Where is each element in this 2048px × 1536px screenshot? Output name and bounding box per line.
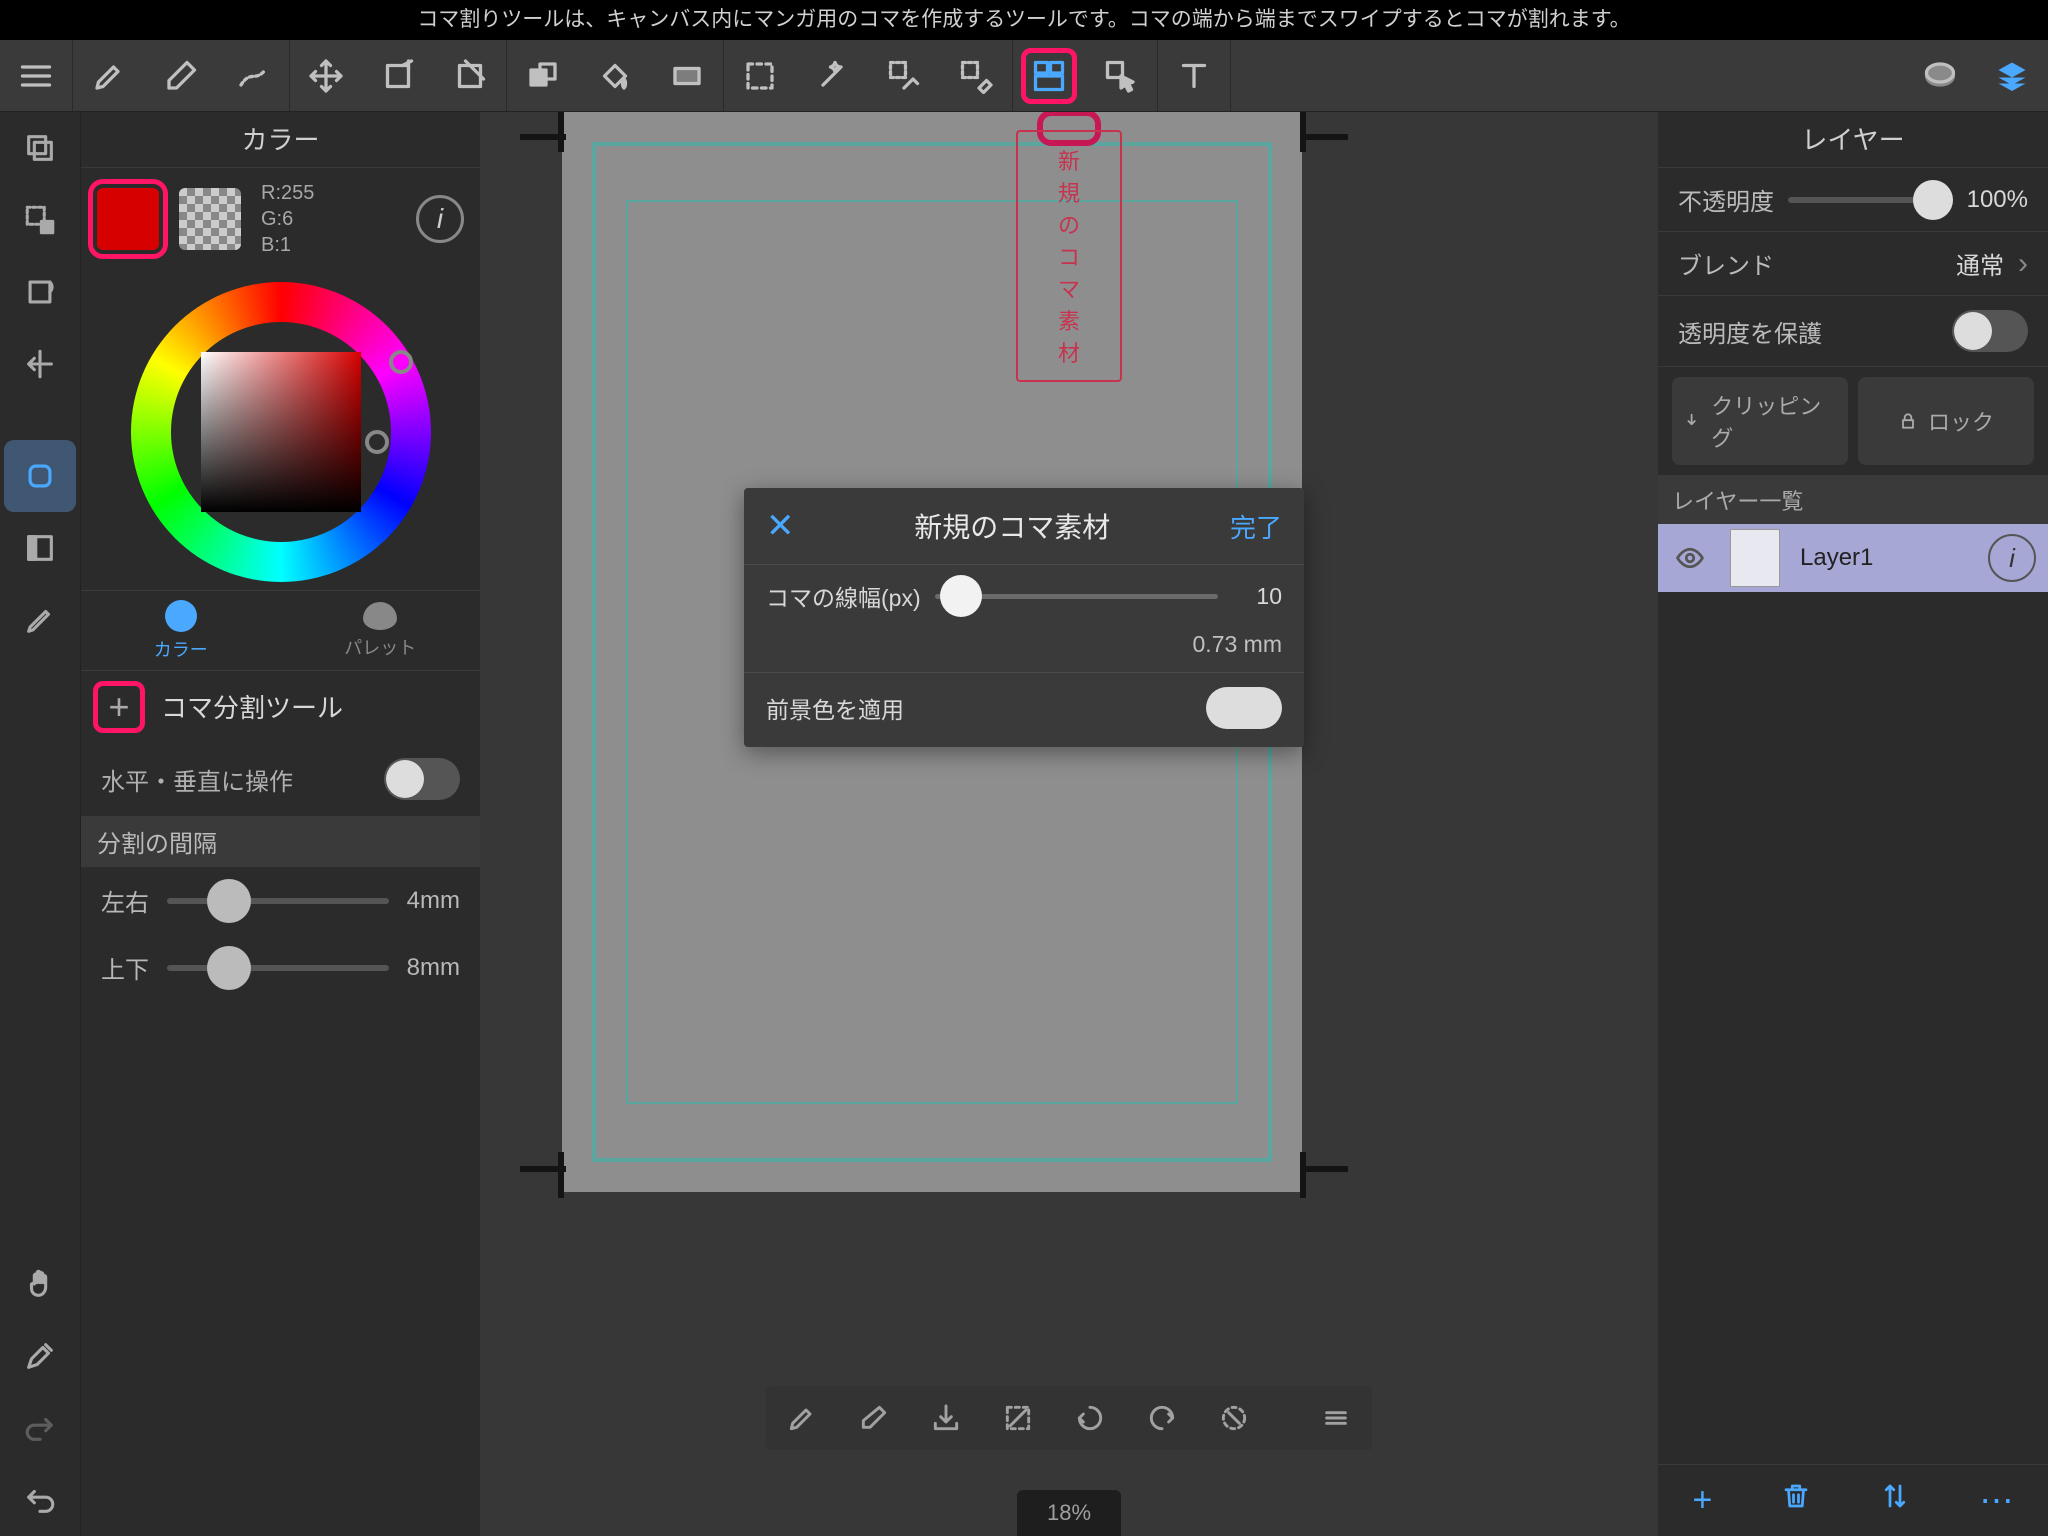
sv-handle[interactable] <box>365 430 389 454</box>
right-panel: レイヤー 不透明度 100% ブレンド 通常 › 透明度を保護 クリッピング ロ… <box>1658 112 2048 1536</box>
gap-tb-label: 上下 <box>101 950 149 985</box>
add-frame-icon[interactable]: + <box>93 681 145 733</box>
layer-name: Layer1 <box>1788 544 1988 572</box>
left-tool-rail <box>0 112 80 1536</box>
reorder-layer-icon[interactable] <box>1880 1481 1910 1520</box>
crop-tool-icon[interactable] <box>434 40 506 112</box>
transform-tool-icon[interactable] <box>362 40 434 112</box>
opacity-label: 不透明度 <box>1678 182 1774 217</box>
apply-fg-label: 前景色を適用 <box>766 691 904 725</box>
gap-section-header: 分割の間隔 <box>81 816 480 867</box>
tab-color[interactable]: カラー <box>81 591 281 670</box>
gap-lr-slider[interactable] <box>167 898 389 904</box>
line-width-value: 10 <box>1232 583 1282 610</box>
hint-bar: コマ割りツールは、キャンバス内にマンガ用のコマを作成するツールです。コマの端から… <box>0 0 2048 40</box>
layer-row[interactable]: Layer1 i <box>1658 524 2048 594</box>
smudge-tool-icon[interactable] <box>217 40 289 112</box>
eraser-tool-icon[interactable] <box>145 40 217 112</box>
gap-tb-value: 8mm <box>407 954 460 982</box>
apply-fg-toggle[interactable] <box>1206 687 1282 729</box>
hv-constrain-toggle[interactable] <box>384 758 460 800</box>
layer-visibility-icon[interactable] <box>1658 543 1722 573</box>
gap-lr-value: 4mm <box>407 887 460 915</box>
rail-copy-icon[interactable] <box>4 112 76 184</box>
select-brush-icon[interactable] <box>868 40 940 112</box>
rail-selection-icon[interactable] <box>4 184 76 256</box>
menu-icon[interactable] <box>0 40 72 112</box>
rgb-readout: R:255G:6B:1 <box>261 180 314 258</box>
select-rect-icon[interactable] <box>724 40 796 112</box>
hv-constrain-label: 水平・垂直に操作 <box>101 762 293 797</box>
magic-wand-icon[interactable] <box>796 40 868 112</box>
foreground-swatch[interactable] <box>97 188 159 250</box>
color-info-icon[interactable]: i <box>416 195 464 243</box>
hue-handle[interactable] <box>389 350 413 374</box>
layer-info-icon[interactable]: i <box>1988 534 2036 582</box>
background-swatch[interactable] <box>179 188 241 250</box>
modal-close-icon[interactable]: ✕ <box>766 506 795 546</box>
tab-palette[interactable]: パレット <box>281 591 481 670</box>
rail-hand-icon[interactable] <box>4 1248 76 1320</box>
new-frame-modal: ✕ 新規のコマ素材 完了 コマの線幅(px) 10 0.73 mm 前景色を適用 <box>744 488 1304 747</box>
move-tool-icon[interactable] <box>290 40 362 112</box>
modal-done-button[interactable]: 完了 <box>1230 508 1282 545</box>
rail-rotate-icon[interactable] <box>4 256 76 328</box>
rail-redo-icon[interactable] <box>4 1392 76 1464</box>
layer-list-header: レイヤー一覧 <box>1658 476 2048 524</box>
opacity-value: 100% <box>1967 186 2028 214</box>
fill-tool-icon[interactable] <box>507 40 579 112</box>
clipping-button[interactable]: クリッピング <box>1672 377 1848 465</box>
blend-row[interactable]: ブレンド 通常 › <box>1658 232 2048 296</box>
blend-value: 通常 <box>1956 246 2004 281</box>
line-width-mm: 0.73 mm <box>1193 631 1282 658</box>
brush-tool-icon[interactable] <box>73 40 145 112</box>
add-layer-icon[interactable]: + <box>1693 1481 1713 1520</box>
sv-picker[interactable] <box>201 352 361 512</box>
tool-options-header: + コマ分割ツール <box>81 670 480 742</box>
left-panel: カラー R:255G:6B:1 i カラー パレット + コマ分割ツール 水平・… <box>80 112 480 1536</box>
pointer-tool-icon[interactable] <box>1085 40 1157 112</box>
layer-actions: + ⋯ <box>1658 1464 2048 1536</box>
top-toolbar <box>0 40 2048 112</box>
lock-button[interactable]: ロック <box>1858 377 2034 465</box>
opacity-slider[interactable] <box>1788 197 1953 203</box>
layer-thumbnail <box>1730 529 1780 587</box>
modal-title: 新規のコマ素材 <box>914 506 1110 546</box>
layers-panel-icon[interactable] <box>1976 40 2048 112</box>
alpha-lock-toggle[interactable] <box>1952 310 2028 352</box>
tool-title: コマ分割ツール <box>161 688 343 725</box>
bucket-tool-icon[interactable] <box>579 40 651 112</box>
rail-eyedropper-icon[interactable] <box>4 1320 76 1392</box>
text-tool-icon[interactable] <box>1158 40 1230 112</box>
color-panel-title: カラー <box>81 112 480 168</box>
rail-brush-icon[interactable] <box>4 584 76 656</box>
delete-layer-icon[interactable] <box>1781 1481 1811 1520</box>
rail-canvas-icon[interactable] <box>4 512 76 584</box>
frame-tool-icon[interactable] <box>1013 40 1085 112</box>
line-width-slider[interactable] <box>935 594 1218 599</box>
alpha-lock-label: 透明度を保護 <box>1678 314 1822 349</box>
gradient-tool-icon[interactable] <box>651 40 723 112</box>
materials-icon[interactable] <box>1904 40 1976 112</box>
rail-flip-icon[interactable] <box>4 328 76 400</box>
blend-label: ブレンド <box>1678 246 1774 281</box>
color-wheel[interactable] <box>131 282 431 582</box>
modal-backdrop <box>480 112 1658 1536</box>
more-layer-icon[interactable]: ⋯ <box>1979 1481 2013 1521</box>
gap-lr-label: 左右 <box>101 883 149 918</box>
rail-shape-icon[interactable] <box>4 440 76 512</box>
layers-title: レイヤー <box>1658 112 2048 168</box>
chevron-right-icon: › <box>2018 247 2028 281</box>
gap-tb-slider[interactable] <box>167 965 389 971</box>
line-width-label: コマの線幅(px) <box>766 579 921 613</box>
select-eraser-icon[interactable] <box>940 40 1012 112</box>
rail-undo-icon[interactable] <box>4 1464 76 1536</box>
